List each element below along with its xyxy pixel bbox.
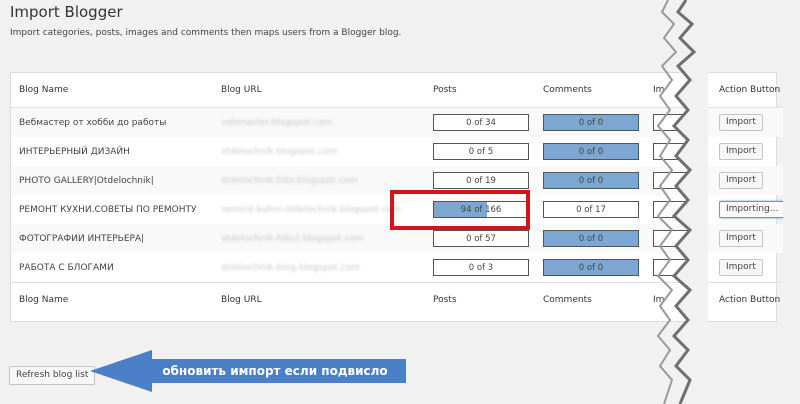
posts-progress-label: 0 of 3: [468, 263, 494, 273]
blog-url-cell: vebmaster.blogspot.com: [221, 107, 433, 137]
posts-progress: 0 of 57: [433, 230, 529, 247]
action-cell: Import: [719, 137, 783, 166]
action-cell: Import: [719, 166, 783, 195]
blog-name-cell: Вебмастер от хобби до работы: [11, 107, 221, 137]
posts-progress: 0 of 5: [433, 143, 529, 160]
blog-url-cell: otdelochnik-foto.blogspot.com: [221, 166, 433, 195]
comments-cell: 0 of 17: [543, 195, 653, 224]
comments-progress: 0 of 0: [543, 230, 639, 247]
posts-progress-label: 0 of 57: [466, 234, 496, 244]
blog-name-cell: ФОТОГРАФИИ ИНТЕРЬЕРА|: [11, 224, 221, 253]
comments-progress: 0 of 0: [543, 114, 639, 131]
blog-url-text: otdelochnik-blog.blogspot.com: [221, 262, 360, 273]
posts-cell: 0 of 3: [433, 253, 543, 283]
header-blog-name: Blog Name: [11, 73, 221, 108]
comments-progress-label: 0 of 0: [578, 176, 604, 186]
blog-url-cell: otdelochnik-foto2.blogspot.com: [221, 224, 433, 253]
import-button[interactable]: Import: [719, 114, 763, 131]
comments-progress-label: 0 of 0: [578, 147, 604, 157]
blog-url-text: otdelochnik-foto2.blogspot.com: [221, 233, 364, 244]
blog-url-cell: otdelochnik-blog.blogspot.com: [221, 253, 433, 283]
comments-cell: 0 of 0: [543, 224, 653, 253]
blog-url-text: otdelochnik-foto.blogspot.com: [221, 175, 358, 186]
posts-progress-label: 0 of 34: [466, 118, 496, 128]
posts-progress-label: 94 of 166: [460, 205, 502, 215]
blog-url-cell: remont-kuhni-otdelochnik.blogspot.com: [221, 195, 433, 224]
posts-cell: 94 of 166: [433, 195, 543, 224]
import-button[interactable]: Import: [719, 259, 763, 276]
posts-progress-label: 0 of 19: [466, 176, 496, 186]
blog-name-cell: PHOTO GALLERY|Otdelochnik|: [11, 166, 221, 195]
comments-progress: 0 of 0: [543, 143, 639, 160]
footer-posts: Posts: [433, 282, 543, 317]
posts-progress: 0 of 19: [433, 172, 529, 189]
posts-progress: 0 of 34: [433, 114, 529, 131]
comments-progress-label: 0 of 17: [576, 205, 606, 215]
posts-progress: 0 of 3: [433, 259, 529, 276]
comments-progress-label: 0 of 0: [578, 118, 604, 128]
import-button[interactable]: Import: [719, 143, 763, 160]
posts-progress: 94 of 166: [433, 201, 529, 218]
comments-cell: 0 of 0: [543, 137, 653, 166]
page-title: Import Blogger: [10, 3, 123, 21]
posts-cell: 0 of 5: [433, 137, 543, 166]
page-subtitle: Import categories, posts, images and com…: [10, 28, 402, 38]
comments-progress-label: 0 of 0: [578, 263, 604, 273]
import-button[interactable]: Importing...: [719, 201, 783, 218]
blog-name-cell: РЕМОНТ КУХНИ.СОВЕТЫ ПО РЕМОНТУ: [19, 204, 197, 215]
comments-progress-label: 0 of 0: [578, 234, 604, 244]
header-action: Action Button: [719, 73, 783, 108]
posts-cell: 0 of 19: [433, 166, 543, 195]
annotation-text: обновить импорт если подвисло: [162, 364, 388, 378]
header-posts: Posts: [433, 73, 543, 108]
posts-progress-label: 0 of 5: [468, 147, 494, 157]
import-button[interactable]: Import: [719, 172, 763, 189]
comments-cell: 0 of 0: [543, 253, 653, 283]
comments-cell: 0 of 0: [543, 166, 653, 195]
action-cell: Importing...: [719, 195, 783, 224]
footer-blog-url: Blog URL: [221, 282, 433, 317]
footer-blog-name: Blog Name: [11, 282, 221, 317]
blog-url-text: vebmaster.blogspot.com: [221, 117, 333, 128]
refresh-blog-list-button[interactable]: Refresh blog list: [9, 366, 96, 385]
blog-url-cell: otdelochnik.blogspot.com: [221, 137, 433, 166]
footer-comments: Comments: [543, 282, 653, 317]
comments-progress: 0 of 0: [543, 172, 639, 189]
blog-url-text: remont-kuhni-otdelochnik.blogspot.com: [221, 204, 401, 215]
action-cell: Import: [719, 224, 783, 253]
blog-name-cell: ИНТЕРЬЕРНЫЙ ДИЗАЙН: [19, 146, 130, 157]
comments-progress: 0 of 0: [543, 259, 639, 276]
action-cell: Import: [719, 107, 783, 137]
posts-cell: 0 of 34: [433, 107, 543, 137]
blog-url-text: otdelochnik.blogspot.com: [221, 146, 338, 157]
footer-action: Action Button: [719, 282, 783, 317]
header-blog-url: Blog URL: [221, 73, 433, 108]
posts-cell: 0 of 57: [433, 224, 543, 253]
comments-cell: 0 of 0: [543, 107, 653, 137]
blog-name-cell: РАБОТА С БЛОГАМИ: [19, 262, 114, 273]
comments-progress: 0 of 17: [543, 201, 639, 218]
torn-edge: [656, 0, 708, 404]
action-cell: Import: [719, 253, 783, 283]
header-comments: Comments: [543, 73, 653, 108]
import-button[interactable]: Import: [719, 230, 763, 247]
